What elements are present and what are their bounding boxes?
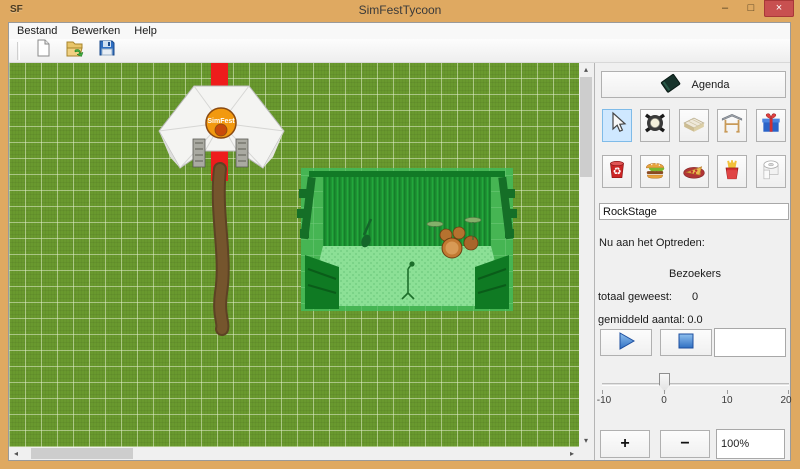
vertical-scroll-thumb[interactable]	[580, 77, 592, 177]
app-window: SF SimFestTycoon – □ × Bestand Bewerken …	[0, 0, 800, 469]
save-file-button[interactable]	[96, 41, 118, 61]
dirt-path[interactable]	[219, 169, 223, 329]
menu-help[interactable]: Help	[134, 25, 157, 37]
play-icon	[615, 331, 637, 354]
slider-tick	[664, 390, 665, 394]
menu-bestand[interactable]: Bestand	[17, 25, 57, 37]
horizontal-scrollbar[interactable]: ◂ ▸	[9, 447, 579, 460]
toilet-paper-tool-button[interactable]	[756, 155, 786, 188]
stage-platform-icon	[682, 111, 706, 140]
gift-tool-button[interactable]	[756, 109, 786, 142]
title-bar[interactable]: SF SimFestTycoon – □ ×	[0, 0, 800, 22]
pizza-icon	[682, 157, 706, 186]
scroll-left-icon[interactable]: ◂	[9, 447, 23, 460]
tent-speaker-left	[193, 139, 205, 167]
burger-icon	[643, 157, 667, 186]
speed-slider-track[interactable]	[602, 383, 789, 386]
agenda-button-label: Agenda	[692, 79, 730, 91]
stage-preview[interactable]	[297, 168, 517, 311]
minimize-button[interactable]: –	[712, 0, 738, 17]
svg-text:♻: ♻	[613, 166, 622, 177]
control-panel: Agenda	[594, 63, 790, 460]
stage-name-input[interactable]	[599, 203, 789, 220]
total-visitors-value: 0	[650, 291, 740, 303]
trash-can-icon: ♻	[605, 157, 629, 186]
main-content: SimFest ▴ ▾ ◂ ▸	[9, 63, 790, 460]
scroll-right-icon[interactable]: ▸	[565, 447, 579, 460]
scroll-down-icon[interactable]: ▾	[579, 434, 593, 447]
window-title: SimFestTycoon	[0, 3, 800, 17]
slider-tick	[788, 390, 789, 394]
simfest-logo: SimFest	[206, 108, 236, 138]
fries-icon	[720, 157, 744, 186]
fries-tool-button[interactable]	[717, 155, 747, 188]
toolbar	[9, 39, 790, 63]
spotlight-tool-button[interactable]	[640, 109, 670, 142]
open-file-button[interactable]	[64, 41, 86, 61]
stop-button[interactable]	[660, 329, 712, 356]
close-button[interactable]: ×	[764, 0, 794, 17]
tent-speaker-right	[236, 139, 248, 167]
slider-label-min: -10	[597, 395, 611, 406]
zoom-level-field[interactable]: 100%	[716, 429, 785, 459]
maximize-button[interactable]: □	[738, 0, 764, 17]
vertical-scrollbar[interactable]: ▴ ▾	[579, 63, 593, 447]
slider-tick	[727, 390, 728, 394]
save-floppy-icon	[98, 39, 116, 62]
open-folder-icon	[65, 39, 85, 62]
horizontal-scroll-thumb[interactable]	[31, 448, 133, 459]
stop-icon	[676, 331, 696, 354]
new-file-button[interactable]	[32, 41, 54, 61]
play-button[interactable]	[600, 329, 652, 356]
agenda-button[interactable]: Agenda	[601, 71, 786, 98]
spotlight-icon	[643, 111, 667, 140]
zoom-out-button[interactable]: −	[660, 430, 710, 458]
average-visitors-value: 0.0	[650, 314, 740, 326]
gift-icon	[759, 111, 783, 140]
festival-map-canvas[interactable]: SimFest	[9, 63, 579, 447]
slider-label-zero: 0	[661, 395, 667, 406]
now-performing-label: Nu aan het Optreden:	[599, 237, 705, 249]
new-document-icon	[34, 39, 52, 62]
svg-text:SimFest: SimFest	[207, 118, 235, 125]
client-area: Bestand Bewerken Help	[8, 22, 791, 461]
slider-label-max: 20	[780, 395, 791, 406]
scroll-up-icon[interactable]: ▴	[579, 63, 593, 76]
stage-tool-button[interactable]	[679, 109, 709, 142]
pizza-tool-button[interactable]	[679, 155, 709, 188]
scrollbar-corner	[579, 447, 593, 460]
select-tool-button[interactable]	[602, 109, 632, 142]
burger-tool-button[interactable]	[640, 155, 670, 188]
trash-tool-button[interactable]: ♻	[602, 155, 632, 188]
zoom-in-button[interactable]: +	[600, 430, 650, 458]
gate-tool-button[interactable]	[717, 109, 747, 142]
toilet-paper-icon	[759, 157, 783, 186]
gate-icon	[720, 111, 744, 140]
playback-status-field	[714, 328, 786, 357]
slider-tick	[602, 390, 603, 394]
agenda-book-icon	[658, 72, 684, 97]
menu-bewerken[interactable]: Bewerken	[71, 25, 120, 37]
toolbar-grip	[17, 42, 20, 60]
slider-label-ten: 10	[721, 395, 732, 406]
menu-bar: Bestand Bewerken Help	[9, 23, 790, 39]
visitors-header: Bezoekers	[650, 268, 740, 280]
cursor-icon	[606, 111, 628, 140]
